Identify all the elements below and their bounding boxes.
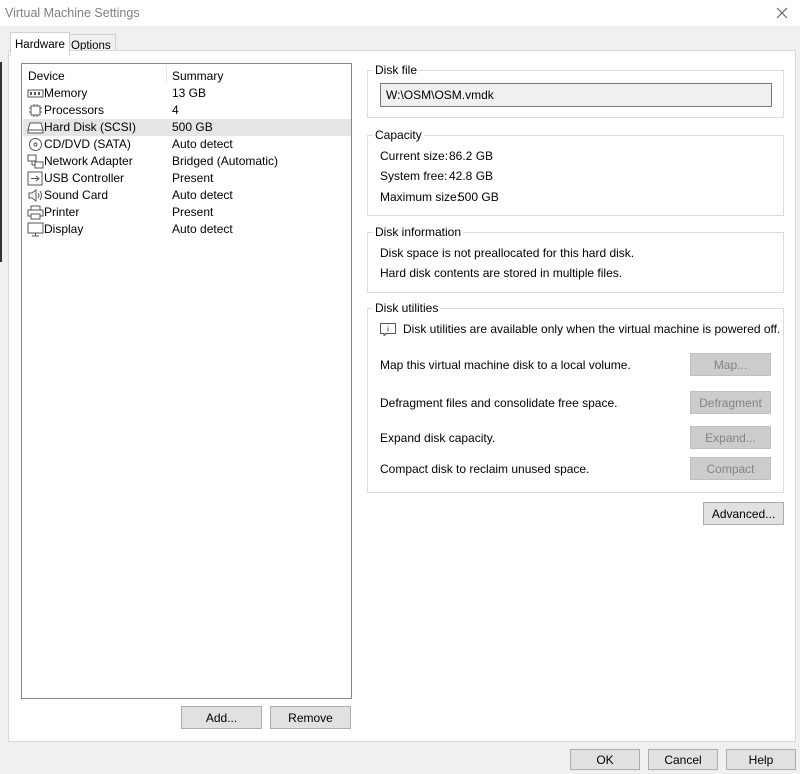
close-icon	[776, 7, 788, 19]
device-list[interactable]: Device Summary Memory 13 GB Processors 4…	[21, 63, 352, 699]
usb-controller-icon	[27, 171, 43, 186]
system-free-value: 42.8 GB	[449, 169, 494, 183]
device-summary: Present	[172, 171, 214, 185]
current-size-label: Current size:	[380, 149, 449, 163]
disk-info-line-1: Disk space is not preallocated for this …	[380, 246, 635, 260]
device-name: Display	[44, 222, 84, 236]
device-summary: Auto detect	[172, 137, 233, 151]
advanced-button[interactable]: Advanced...	[703, 502, 784, 525]
disk-file-path-field[interactable]: W:\OSM\OSM.vmdk	[380, 83, 772, 107]
processor-icon	[29, 104, 42, 117]
compact-button[interactable]: Compact	[690, 457, 771, 480]
help-button[interactable]: Help	[726, 749, 796, 770]
maximum-size-value: 500 GB	[458, 190, 499, 204]
device-summary: 500 GB	[172, 120, 213, 134]
device-summary: Auto detect	[172, 222, 233, 236]
tab-hardware[interactable]: Hardware	[10, 32, 70, 56]
cd-dvd-icon	[29, 138, 42, 151]
network-adapter-icon	[27, 154, 44, 169]
capacity-title: Capacity	[373, 128, 424, 142]
maximum-size-label: Maximum size:	[380, 190, 461, 204]
cancel-button[interactable]: Cancel	[648, 749, 718, 770]
device-name: Hard Disk (SCSI)	[44, 120, 137, 134]
expand-button[interactable]: Expand...	[690, 426, 771, 449]
summary-column-header[interactable]: Summary	[172, 69, 223, 83]
device-row-hard-disk[interactable]: Hard Disk (SCSI) 500 GB	[23, 119, 351, 136]
hard-disk-icon	[27, 122, 44, 134]
disk-utilities-title: Disk utilities	[373, 301, 441, 315]
defragment-button[interactable]: Defragment	[690, 391, 771, 414]
add-button[interactable]: Add...	[181, 706, 262, 729]
device-name: CD/DVD (SATA)	[44, 137, 131, 151]
map-description: Map this virtual machine disk to a local…	[380, 358, 631, 372]
title-bar: Virtual Machine Settings	[0, 0, 800, 26]
device-name: Printer	[44, 205, 80, 219]
close-button[interactable]	[764, 0, 800, 26]
device-summary: Auto detect	[172, 188, 233, 202]
defragment-description: Defragment files and consolidate free sp…	[380, 396, 618, 410]
device-row-display[interactable]: Display Auto detect	[23, 221, 351, 238]
window-title: Virtual Machine Settings	[5, 6, 140, 20]
disk-information-group: Disk information	[367, 225, 784, 293]
display-icon	[27, 222, 44, 237]
compact-description: Compact disk to reclaim unused space.	[380, 462, 590, 476]
device-column-header[interactable]: Device	[28, 69, 65, 83]
sound-card-icon	[28, 189, 42, 202]
device-row-network-adapter[interactable]: Network Adapter Bridged (Automatic)	[23, 153, 351, 170]
system-free-label: System free:	[380, 169, 448, 183]
ok-button[interactable]: OK	[570, 749, 640, 770]
info-icon	[380, 323, 396, 336]
device-summary: Present	[172, 205, 214, 219]
disk-file-title: Disk file	[373, 63, 420, 77]
device-summary: 4	[172, 103, 179, 117]
tab-hardware-label: Hardware	[15, 38, 65, 51]
device-name: Network Adapter	[44, 154, 133, 168]
device-name: Sound Card	[44, 188, 109, 202]
device-row-cd-dvd[interactable]: CD/DVD (SATA) Auto detect	[23, 136, 351, 153]
map-button[interactable]: Map...	[690, 353, 771, 376]
expand-description: Expand disk capacity.	[380, 431, 496, 445]
current-size-value: 86.2 GB	[449, 149, 494, 163]
device-summary: Bridged (Automatic)	[172, 154, 279, 168]
device-summary: 13 GB	[172, 86, 207, 100]
device-name: Processors	[44, 103, 105, 117]
device-row-usb-controller[interactable]: USB Controller Present	[23, 170, 351, 187]
remove-button[interactable]: Remove	[270, 706, 351, 729]
column-divider[interactable]	[166, 66, 167, 84]
device-row-memory[interactable]: Memory 13 GB	[23, 85, 351, 102]
device-row-processors[interactable]: Processors 4	[23, 102, 351, 119]
disk-information-title: Disk information	[373, 225, 464, 239]
device-name: Memory	[44, 86, 88, 100]
device-row-printer[interactable]: Printer Present	[23, 204, 351, 221]
disk-info-line-2: Hard disk contents are stored in multipl…	[380, 266, 623, 280]
device-row-sound-card[interactable]: Sound Card Auto detect	[23, 187, 351, 204]
device-name: USB Controller	[44, 171, 125, 185]
disk-utilities-notice: Disk utilities are available only when t…	[403, 322, 781, 336]
printer-icon	[27, 205, 44, 220]
memory-icon	[27, 89, 44, 98]
window-edge	[0, 62, 2, 262]
